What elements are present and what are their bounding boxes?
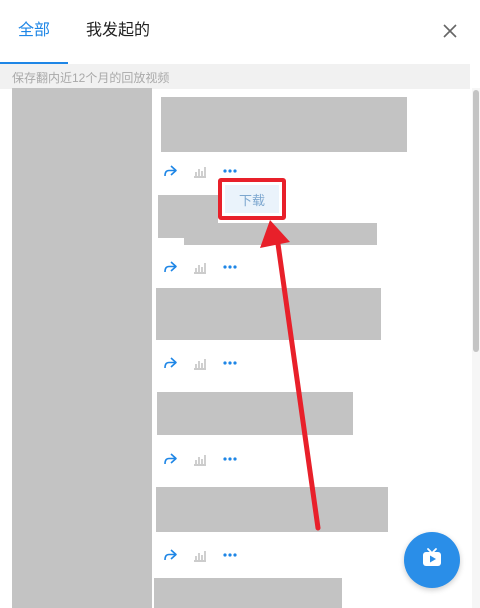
recording-title-placeholder — [156, 487, 388, 532]
download-menu-item[interactable]: 下载 — [225, 185, 279, 213]
download-label: 下载 — [238, 192, 265, 208]
header: 全部 我发起的 — [0, 0, 480, 64]
more-icon[interactable] — [222, 451, 238, 467]
bar-chart-icon[interactable] — [192, 451, 208, 467]
close-icon[interactable] — [440, 21, 460, 41]
recording-title-placeholder — [161, 97, 407, 152]
bar-chart-icon[interactable] — [192, 355, 208, 371]
scrollbar-thumb[interactable] — [473, 90, 479, 352]
more-icon[interactable] — [222, 547, 238, 563]
recording-title-placeholder — [184, 223, 377, 245]
video-tv-icon — [420, 546, 444, 575]
tab-mine[interactable]: 我发起的 — [86, 20, 150, 42]
thumbnail-placeholder — [12, 88, 152, 608]
recording-actions — [162, 449, 252, 469]
share-icon[interactable] — [162, 163, 178, 179]
share-icon[interactable] — [162, 355, 178, 371]
download-menu-highlight: 下载 — [218, 178, 286, 220]
share-icon[interactable] — [162, 259, 178, 275]
notice-text: 保存翻内近12个月的回放视频 — [12, 71, 170, 85]
video-tv-fab[interactable] — [404, 532, 460, 588]
share-icon[interactable] — [162, 547, 178, 563]
retention-notice: 保存翻内近12个月的回放视频 — [0, 64, 470, 89]
recording-actions — [162, 257, 252, 277]
recording-title-placeholder — [156, 288, 381, 340]
bar-chart-icon[interactable] — [192, 163, 208, 179]
bar-chart-icon[interactable] — [192, 259, 208, 275]
recording-title-placeholder — [157, 392, 353, 435]
tab-all[interactable]: 全部 — [18, 20, 50, 42]
more-icon[interactable] — [222, 163, 238, 179]
share-icon[interactable] — [162, 451, 178, 467]
more-icon[interactable] — [222, 259, 238, 275]
recording-actions — [162, 353, 252, 373]
more-icon[interactable] — [222, 355, 238, 371]
recording-actions — [162, 545, 252, 565]
bar-chart-icon[interactable] — [192, 547, 208, 563]
recording-title-placeholder — [154, 578, 342, 608]
